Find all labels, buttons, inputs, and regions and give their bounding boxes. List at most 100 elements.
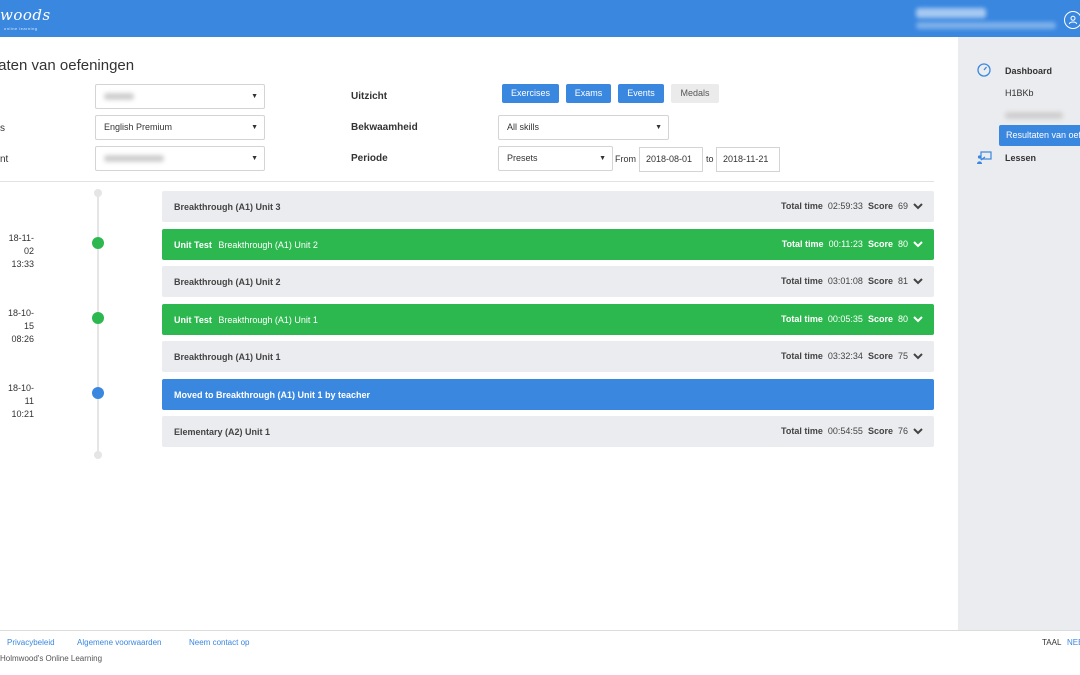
- main-content: taten van oefeningen ▼ s English Premium…: [0, 37, 958, 630]
- unit-test-row[interactable]: Unit Test Breakthrough (A1) Unit 2 Total…: [162, 229, 934, 260]
- score-value: 69: [897, 201, 908, 211]
- sidebar-item-class[interactable]: H1BKb: [1005, 88, 1034, 98]
- from-date-input[interactable]: 2018-08-01: [639, 147, 703, 172]
- total-time-label: Total time: [781, 351, 823, 361]
- caret-down-icon: ▼: [599, 155, 606, 162]
- row-title: Unit Test Breakthrough (A1) Unit 1: [174, 315, 318, 325]
- total-time-value: 00:54:55: [827, 426, 863, 436]
- student-select[interactable]: ▼: [95, 146, 265, 171]
- row-stats: Total time 00:05:35 Score 80: [781, 304, 908, 335]
- result-row[interactable]: Elementary (A2) Unit 1 Total time 00:54:…: [162, 416, 934, 447]
- chevron-down-icon[interactable]: [913, 240, 923, 248]
- total-time-label: Total time: [781, 426, 823, 436]
- timeline-dot-green: [92, 312, 104, 324]
- period-select[interactable]: Presets ▼: [498, 146, 613, 171]
- total-time-value: 00:05:35: [827, 314, 863, 324]
- unit-test-prefix: Unit Test: [174, 314, 212, 325]
- time-text: 13:33: [11, 259, 34, 269]
- caret-down-icon: ▼: [251, 124, 258, 131]
- score-label: Score: [867, 351, 893, 361]
- date-text: 18-10-15: [7, 308, 34, 331]
- chevron-down-icon[interactable]: [913, 277, 923, 285]
- score-label: Score: [867, 239, 893, 249]
- to-date-input[interactable]: 2018-11-21: [716, 147, 780, 172]
- gauge-icon: [977, 63, 991, 77]
- timeline-dot-blue: [92, 387, 104, 399]
- sidebar: Dashboard H1BKb Resultaten van oef Lesse…: [958, 37, 1080, 630]
- total-time-value: 00:11:23: [828, 239, 863, 249]
- events-button[interactable]: Events: [618, 84, 664, 103]
- privacy-link[interactable]: Privacybeleid: [7, 638, 55, 647]
- user-icon[interactable]: [1064, 11, 1080, 29]
- blurred-value: [104, 155, 164, 163]
- result-row[interactable]: Breakthrough (A1) Unit 1 Total time 03:3…: [162, 341, 934, 372]
- row-title-text: Breakthrough (A1) Unit 2: [218, 239, 318, 250]
- terms-link[interactable]: Algemene voorwaarden: [77, 638, 162, 647]
- date-text: 18-10-11: [7, 383, 34, 406]
- total-time-value: 02:59:33: [827, 201, 863, 211]
- timeline-line: [97, 193, 99, 455]
- language-link[interactable]: NEE: [1067, 638, 1080, 647]
- contact-link[interactable]: Neem contact op: [189, 638, 249, 647]
- page-title: taten van oefeningen: [0, 57, 135, 74]
- from-label: From: [615, 154, 636, 164]
- exercises-button[interactable]: Exercises: [502, 84, 559, 103]
- timeline-date: 18-10-15 08:26: [0, 307, 34, 346]
- chevron-down-icon[interactable]: [913, 427, 923, 435]
- chevron-down-icon[interactable]: [913, 352, 923, 360]
- course-select-value: English Premium: [104, 122, 173, 132]
- score-value: 80: [897, 239, 908, 249]
- result-row[interactable]: Breakthrough (A1) Unit 3 Total time 02:5…: [162, 191, 934, 222]
- score-label: Score: [867, 314, 893, 324]
- sidebar-item-dashboard[interactable]: Dashboard: [1005, 66, 1052, 76]
- row-stats: Total time 00:54:55 Score 76: [781, 416, 908, 447]
- caret-down-icon: ▼: [251, 93, 258, 100]
- footer-divider: [0, 630, 1080, 631]
- score-label: Score: [867, 201, 893, 211]
- bekwaamheid-label: Bekwaamheid: [351, 122, 418, 133]
- sidebar-item-student-blurred[interactable]: [1005, 110, 1063, 120]
- caret-down-icon: ▼: [655, 124, 662, 131]
- row-title: Breakthrough (A1) Unit 3: [174, 201, 281, 212]
- logo[interactable]: woods: [0, 6, 51, 24]
- timeline-date: 18-10-11 10:21: [0, 382, 34, 421]
- timeline-date: 18-11-02 13:33: [0, 232, 34, 271]
- score-label: Score: [867, 276, 893, 286]
- course-select[interactable]: English Premium ▼: [95, 115, 265, 140]
- user-name-blurred: [916, 8, 986, 18]
- row-title: Elementary (A2) Unit 1: [174, 426, 271, 437]
- language-label: TAAL: [1042, 638, 1062, 647]
- time-text: 10:21: [11, 409, 34, 419]
- chevron-down-icon[interactable]: [913, 315, 923, 323]
- user-subtitle-blurred: [916, 22, 1056, 29]
- group-select[interactable]: ▼: [95, 84, 265, 109]
- row-title: Unit Test Breakthrough (A1) Unit 2: [174, 240, 318, 250]
- skill-select-value: All skills: [507, 122, 540, 132]
- sidebar-item-lessen[interactable]: Lessen: [1005, 153, 1036, 163]
- row-title-text: Breakthrough (A1) Unit 1: [218, 314, 318, 325]
- skill-select[interactable]: All skills ▼: [498, 115, 669, 140]
- score-value: 80: [897, 314, 908, 324]
- total-time-label: Total time: [781, 314, 823, 324]
- caret-down-icon: ▼: [251, 155, 258, 162]
- timeline-dot-green: [92, 237, 104, 249]
- uitzicht-label: Uitzicht: [351, 91, 388, 102]
- date-text: 18-11-02: [8, 233, 34, 256]
- total-time-label: Total time: [781, 239, 824, 249]
- time-text: 08:26: [11, 334, 34, 344]
- blurred-value: [104, 93, 134, 101]
- row-stats: Total time 03:32:34 Score 75: [781, 341, 908, 372]
- total-time-value: 03:32:34: [827, 351, 863, 361]
- row-stats: Total time 00:11:23 Score 80: [782, 229, 908, 260]
- medals-button[interactable]: Medals: [671, 84, 719, 103]
- sidebar-item-results[interactable]: Resultaten van oef: [999, 125, 1080, 146]
- result-row[interactable]: Breakthrough (A1) Unit 2 Total time 03:0…: [162, 266, 934, 297]
- chevron-down-icon[interactable]: [913, 202, 923, 210]
- total-time-value: 03:01:08: [827, 276, 863, 286]
- exams-button[interactable]: Exams: [566, 84, 611, 103]
- period-select-value: Presets: [507, 153, 538, 163]
- score-value: 75: [897, 351, 908, 361]
- unit-test-row[interactable]: Unit Test Breakthrough (A1) Unit 1 Total…: [162, 304, 934, 335]
- row-stats: Total time 03:01:08 Score 81: [781, 266, 908, 297]
- course-label: s: [0, 123, 5, 134]
